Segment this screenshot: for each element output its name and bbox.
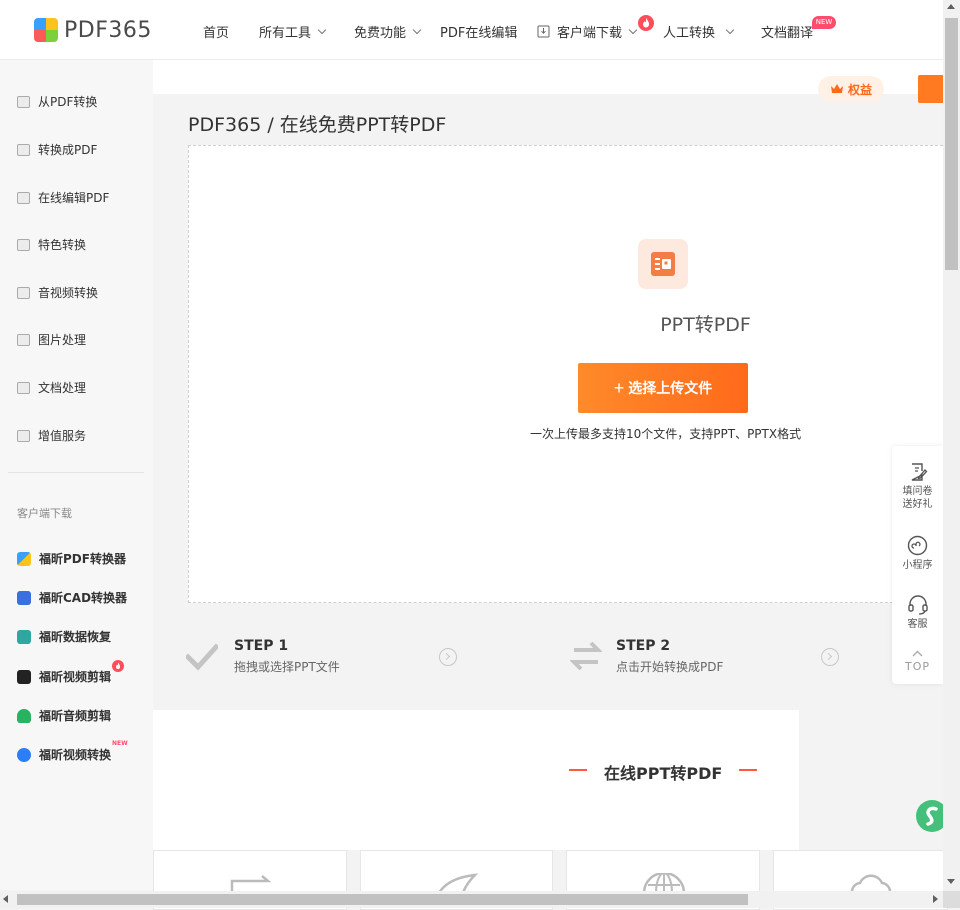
download-icon xyxy=(537,25,550,38)
top-header: PDF365 首页 所有工具 免费功能 PDF在线编辑 客户端下载 人工转换 文… xyxy=(0,0,943,60)
scroll-down-arrow-icon[interactable] xyxy=(947,879,955,884)
survey-label-line2: 送好礼 xyxy=(902,499,933,510)
new-badge: NEW xyxy=(112,740,128,747)
mini-program-icon xyxy=(907,535,928,556)
vertical-scroll-thumb[interactable] xyxy=(945,18,958,270)
sidebar-item-document[interactable]: 文档处理 xyxy=(17,379,86,396)
sidebar-item-video-convert[interactable]: 音视频转换 xyxy=(17,284,98,301)
download-data-recovery[interactable]: 福昕数据恢复 xyxy=(17,628,111,645)
orange-action-button[interactable] xyxy=(918,75,943,103)
section-title: 在线PPT转PDF xyxy=(604,764,723,783)
data-recovery-app-icon xyxy=(17,629,31,644)
to-pdf-icon xyxy=(17,143,30,156)
horizontal-scroll-thumb[interactable] xyxy=(17,894,748,905)
scrollbar-corner xyxy=(943,891,960,908)
step-2: STEP 2 点击开始转换成PDF xyxy=(616,638,723,675)
upload-hint: 一次上传最多支持10个文件，支持PPT、PPTX格式 xyxy=(530,427,802,441)
headset-icon xyxy=(907,595,928,615)
logo[interactable]: PDF365 xyxy=(34,17,152,43)
download-audio-editor[interactable]: 福昕音频剪辑 xyxy=(17,707,111,724)
title-dash-left xyxy=(569,769,587,771)
step-2-desc: 点击开始转换成PDF xyxy=(616,660,724,674)
special-convert-icon xyxy=(17,238,30,251)
service-icon xyxy=(17,429,30,442)
sidebar-item-service[interactable]: 增值服务 xyxy=(17,427,86,444)
checkmark-icon xyxy=(186,643,218,671)
cloud-icon xyxy=(850,874,892,893)
sidebar: 从PDF转换 转换成PDF 在线编辑PDF 特色转换 音视频转换 图片处理 文档… xyxy=(0,60,153,890)
nav-free-features[interactable]: 免费功能 xyxy=(354,22,422,41)
scroll-up-arrow-icon[interactable] xyxy=(947,4,955,9)
video-converter-app-icon xyxy=(17,747,31,762)
fire-icon xyxy=(638,15,654,31)
video-convert-icon xyxy=(17,286,30,299)
chevron-up-icon xyxy=(912,650,923,657)
nav-pdf-online-edit[interactable]: PDF在线编辑 xyxy=(440,22,517,41)
download-section-title: 客户端下载 xyxy=(17,507,72,520)
fire-icon xyxy=(112,660,124,672)
top-label: TOP xyxy=(904,660,930,673)
sidebar-item-edit-pdf[interactable]: 在线编辑PDF xyxy=(17,189,109,206)
logo-icon xyxy=(34,18,58,42)
survey-icon xyxy=(911,463,927,481)
mini-program-button[interactable]: 小程序 xyxy=(892,535,943,572)
breadcrumb: PDF365 / 在线免费PPT转PDF xyxy=(188,114,447,136)
survey-button[interactable]: 填问卷 送好礼 xyxy=(892,462,943,511)
swap-icon xyxy=(570,641,602,671)
new-badge: NEW xyxy=(812,16,836,29)
rocket-icon xyxy=(437,873,479,893)
customer-service-button[interactable]: 客服 xyxy=(892,594,943,631)
chevron-right-icon xyxy=(439,648,457,666)
sidebar-item-special-convert[interactable]: 特色转换 xyxy=(17,236,86,253)
crown-icon xyxy=(830,84,843,93)
sidebar-divider xyxy=(8,472,144,473)
select-upload-file-button[interactable]: + 选择上传文件 xyxy=(578,363,748,413)
step-1-title: STEP 1 xyxy=(234,638,289,654)
chevron-down-icon xyxy=(412,25,422,34)
plus-icon: + xyxy=(613,377,625,398)
nav-home[interactable]: 首页 xyxy=(203,22,229,41)
upload-title: PPT转PDF xyxy=(660,314,751,336)
survey-label-line1: 填问卷 xyxy=(902,486,933,497)
download-cad-converter[interactable]: 福昕CAD转换器 xyxy=(17,589,127,606)
chevron-down-icon xyxy=(725,25,735,34)
download-pdf-converter[interactable]: 福昕PDF转换器 xyxy=(17,550,126,567)
edit-pdf-icon xyxy=(17,191,30,204)
chevron-right-icon xyxy=(821,648,839,666)
chevron-down-icon xyxy=(628,25,638,34)
nav-client-download[interactable]: 客户端下载 xyxy=(537,22,638,41)
nav-manual-convert[interactable]: 人工转换 xyxy=(663,22,735,41)
sidebar-item-to-pdf[interactable]: 转换成PDF xyxy=(17,141,97,158)
chevron-down-icon xyxy=(317,25,327,34)
sidebar-item-from-pdf[interactable]: 从PDF转换 xyxy=(17,93,97,110)
step-2-title: STEP 2 xyxy=(616,638,671,654)
upload-dropzone[interactable] xyxy=(188,145,948,603)
ppt-icon xyxy=(638,239,688,289)
document-icon xyxy=(17,381,30,394)
step-1: STEP 1 拖拽或选择PPT文件 xyxy=(234,638,340,675)
customer-service-label: 客服 xyxy=(907,619,928,630)
step-1-desc: 拖拽或选择PPT文件 xyxy=(234,660,340,674)
download-video-converter[interactable]: 福昕视频转换 xyxy=(17,746,111,763)
title-dash-right xyxy=(739,769,757,771)
floating-side-panel: 填问卷 送好礼 小程序 客服 TOP xyxy=(892,446,943,684)
scroll-right-arrow-icon[interactable] xyxy=(933,895,938,903)
pdf-converter-app-icon xyxy=(17,551,31,566)
video-editor-app-icon xyxy=(17,669,31,684)
globe-icon xyxy=(642,873,686,893)
nav-all-tools[interactable]: 所有工具 xyxy=(259,22,327,41)
mini-program-label: 小程序 xyxy=(902,560,933,571)
from-pdf-icon xyxy=(17,95,30,108)
logo-text: PDF365 xyxy=(64,17,152,43)
audio-editor-app-icon xyxy=(17,708,31,723)
scroll-left-arrow-icon[interactable] xyxy=(3,895,8,903)
benefits-button[interactable]: 权益 xyxy=(818,76,884,102)
nav-doc-translate[interactable]: 文档翻译 xyxy=(761,22,813,41)
horizontal-scrollbar[interactable] xyxy=(0,891,943,908)
download-video-editor[interactable]: 福昕视频剪辑 xyxy=(17,668,111,685)
cad-converter-app-icon xyxy=(17,590,31,605)
upload-title-row: PPT转PDF xyxy=(0,310,943,337)
vertical-scrollbar[interactable] xyxy=(943,0,960,891)
